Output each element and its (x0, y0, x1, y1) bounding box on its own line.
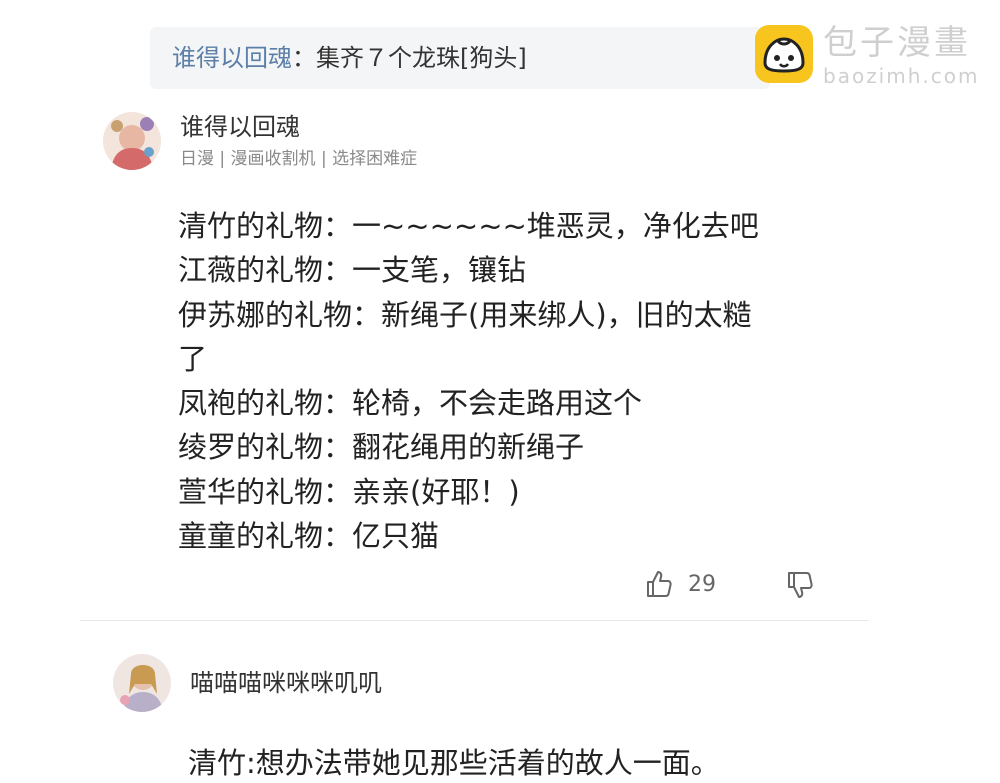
comment-line: 凤袍的礼物：轮椅，不会走路用这个 (178, 386, 643, 421)
comment-body: 清竹的礼物：一~~~~~~堆恶灵，净化去吧 江薇的礼物：一支笔，镶钻 伊苏娜的礼… (178, 204, 818, 558)
quoted-reply[interactable]: 谁得以回魂：集齐７个龙珠[狗头] (150, 27, 770, 89)
user-tags: 日漫 | 漫画收割机 | 选择困难症 (180, 149, 418, 169)
avatar[interactable] (103, 112, 161, 170)
comment-line: 清竹的礼物：一~~~~~~堆恶灵，净化去吧 (178, 209, 759, 243)
comment-body: 清竹:想办法带她见那些活着的故人一面。 (188, 746, 720, 780)
comment-line: 萱华的礼物：亲亲(好耶！) (178, 474, 520, 509)
comment-line: 绫罗的礼物：翻花绳用的新绳子 (178, 430, 585, 465)
thumbs-up-icon[interactable] (644, 569, 674, 599)
quoted-reply-text: 谁得以回魂：集齐７个龙珠[狗头] (172, 41, 527, 75)
comment-line: 童童的礼物：亿只猫 (178, 519, 440, 554)
thumbs-down-icon[interactable] (785, 570, 815, 600)
site-watermark: 包子漫畫 baozimh.com (755, 22, 995, 92)
comment-line: 了 (178, 341, 208, 376)
avatar[interactable] (113, 654, 171, 712)
quoted-username[interactable]: 谁得以回魂 (172, 44, 292, 72)
quote-separator: ： (292, 44, 316, 72)
comment-username[interactable]: 谁得以回魂 (180, 112, 300, 142)
like-count: 29 (688, 572, 716, 597)
comment-line: 江薇的礼物：一支笔，镶钻 (178, 253, 527, 288)
comment-divider (80, 620, 868, 621)
watermark-title: 包子漫畫 (823, 23, 971, 63)
bun-logo-icon (755, 25, 813, 83)
comment-username[interactable]: 喵喵喵咪咪咪叽叽 (190, 668, 382, 698)
quoted-content: 集齐７个龙珠[狗头] (316, 44, 527, 72)
watermark-domain: baozimh.com (823, 64, 980, 88)
comment-line: 伊苏娜的礼物：新绳子(用来绑人)，旧的太糙 (178, 297, 752, 332)
